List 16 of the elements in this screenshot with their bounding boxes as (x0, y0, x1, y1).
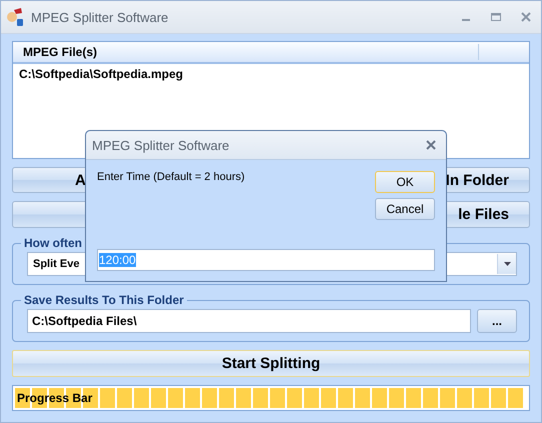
dialog-button[interactable]: OK (375, 171, 435, 193)
maximize-icon[interactable] (489, 10, 503, 24)
window-title: MPEG Splitter Software (31, 10, 170, 24)
dialog-button[interactable]: Cancel (375, 198, 435, 220)
file-row[interactable]: C:\Softpedia\Softpedia.mpeg (13, 64, 529, 84)
group-legend: How often (21, 236, 85, 250)
prompt-text: Enter Time (Default = 2 hours) (97, 171, 246, 183)
dropdown-arrow-icon (504, 262, 510, 266)
dialog-title: MPEG Splitter Software (92, 138, 230, 152)
start-button[interactable]: Start Splitting (12, 350, 530, 377)
group-legend: Save Results To This Folder (21, 293, 187, 307)
close-icon[interactable] (519, 10, 533, 24)
browse-button[interactable]: ... (477, 309, 517, 333)
close-icon[interactable] (424, 138, 438, 152)
app-icon (5, 7, 25, 27)
folder-field[interactable]: C:\Softpedia Files\ (27, 309, 471, 333)
